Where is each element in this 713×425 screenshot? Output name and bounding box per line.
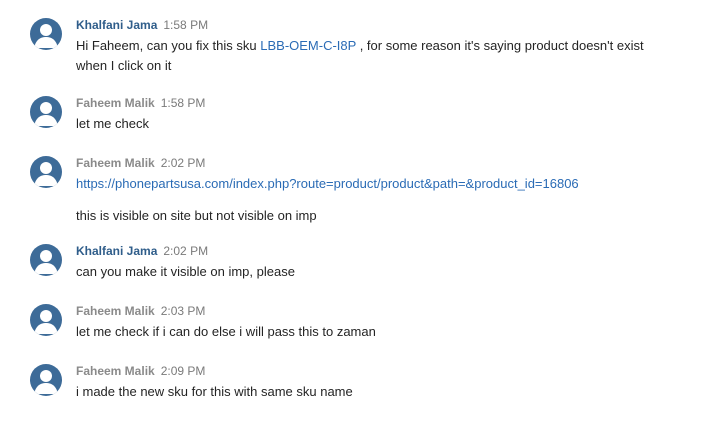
avatar-icon[interactable] — [30, 156, 62, 188]
message-line: when I click on it — [76, 56, 700, 76]
message-text: i made the new sku for this with same sk… — [76, 384, 353, 399]
message-author[interactable]: Khalfani Jama — [76, 18, 157, 32]
message-author[interactable]: Faheem Malik — [76, 304, 155, 318]
message-text: let me check — [76, 116, 149, 131]
avatar-icon[interactable] — [30, 304, 62, 336]
message-author[interactable]: Khalfani Jama — [76, 244, 157, 258]
avatar-icon[interactable] — [30, 364, 62, 396]
message-body: let me check if i can do else i will pas… — [76, 322, 700, 342]
avatar-icon[interactable] — [30, 18, 62, 50]
message-body: https://phonepartsusa.com/index.php?rout… — [76, 174, 700, 226]
sku-link[interactable]: LBB-OEM-C-I8P — [260, 38, 356, 53]
message-body: can you make it visible on imp, please — [76, 262, 700, 282]
avatar-icon[interactable] — [30, 96, 62, 128]
message-timestamp: 2:02 PM — [163, 244, 209, 258]
message-line: let me check if i can do else i will pas… — [76, 322, 700, 342]
message-timestamp: 1:58 PM — [163, 18, 209, 32]
avatar-icon[interactable] — [30, 244, 62, 276]
message-line: let me check — [76, 114, 700, 134]
message-text: Hi Faheem, can you fix this sku — [76, 38, 261, 53]
message-body: let me check — [76, 114, 700, 134]
message-author[interactable]: Faheem Malik — [76, 364, 155, 378]
message-timestamp: 2:09 PM — [160, 364, 206, 378]
message-author[interactable]: Faheem Malik — [76, 96, 155, 110]
message-timestamp: 2:03 PM — [160, 304, 206, 318]
message-body: i made the new sku for this with same sk… — [76, 382, 700, 402]
message-line: can you make it visible on imp, please — [76, 262, 700, 282]
message-line: https://phonepartsusa.com/index.php?rout… — [76, 174, 700, 194]
message-text: , for some reason it's saying product do… — [356, 38, 644, 53]
message-body: Hi Faheem, can you fix this sku LBB-OEM-… — [76, 36, 700, 76]
message-line: i made the new sku for this with same sk… — [76, 382, 700, 402]
message-line: this is visible on site but not visible … — [76, 206, 700, 226]
message-timestamp: 2:02 PM — [160, 156, 206, 170]
message-text: can you make it visible on imp, please — [76, 264, 295, 279]
message-text: let me check if i can do else i will pas… — [76, 324, 376, 339]
message-text: this is visible on site but not visible … — [76, 208, 317, 223]
message-line: Hi Faheem, can you fix this sku LBB-OEM-… — [76, 36, 700, 56]
message-timestamp: 1:58 PM — [160, 96, 206, 110]
message-text: when I click on it — [76, 58, 172, 73]
message-author[interactable]: Faheem Malik — [76, 156, 155, 170]
product-url-link[interactable]: https://phonepartsusa.com/index.php?rout… — [76, 176, 579, 191]
